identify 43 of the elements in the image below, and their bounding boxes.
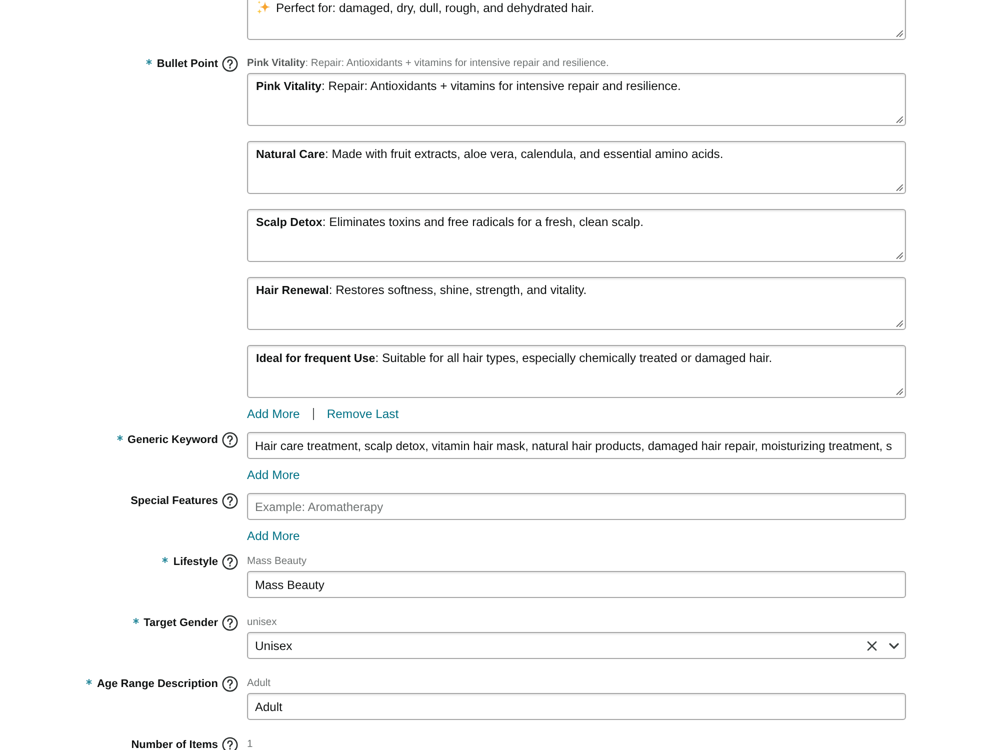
text-area[interactable]: Scalp Detox: Eliminates toxins and free radicals for a fresh, clean scalp. (247, 209, 906, 262)
field-label: Number of Items (131, 738, 218, 750)
field-hint: Mass Beauty (247, 555, 308, 569)
resize-grip-icon[interactable] (896, 184, 903, 191)
add-more-link[interactable]: Add More (247, 406, 300, 422)
text-area[interactable]: Hair Renewal: Restores softness, shine, strength, and vitality. (247, 277, 906, 330)
field-label: Lifestyle (173, 555, 218, 570)
text-area[interactable]: Pink Vitality: Repair: Antioxidants + vitamins for intensive repair and resilience. (247, 73, 906, 126)
resize-grip-icon[interactable] (896, 116, 903, 123)
text-input[interactable]: Mass Beauty (247, 571, 906, 598)
sparkle-icon (256, 0, 271, 15)
field-label: Bullet Point (156, 57, 218, 72)
text-input[interactable]: Adult (247, 693, 906, 720)
text-input[interactable]: Hair care treatment, scalp detox, vitamin hair mask, natural hair products, damaged hair repair, moisturizing treatment, s (247, 432, 906, 459)
resize-grip-icon[interactable] (896, 30, 903, 37)
field-label: Age Range Description (96, 677, 218, 692)
field-hint: unisex (247, 616, 278, 630)
remove-last-link[interactable]: Remove Last (326, 406, 399, 422)
add-more-link[interactable]: Add More (247, 528, 300, 544)
add-more-link[interactable]: Add More (247, 467, 300, 483)
text-area[interactable]: Natural Care: Made with fruit extracts, aloe vera, calendula, and essential amino acids. (247, 141, 906, 194)
dropdown-select[interactable]: Unisex (247, 632, 906, 659)
field-hint: Adult (247, 677, 272, 691)
help-icon[interactable] (222, 615, 238, 631)
field-hint: Pink Vitality: Repair: Antioxidants + vitamins for intensive repair and resilience. (247, 57, 610, 71)
resize-grip-icon[interactable] (896, 252, 903, 259)
help-icon[interactable] (222, 432, 238, 448)
text-input[interactable]: Example: Aromatherapy (247, 493, 906, 520)
field-hint: 1 (247, 738, 254, 750)
resize-grip-icon[interactable] (896, 388, 903, 395)
help-icon[interactable] (222, 676, 238, 692)
field-label: Target Gender (144, 616, 218, 631)
text-area[interactable]: Perfect for: damaged, dry, dull, rough, and dehydrated hair. (247, 0, 906, 40)
help-icon[interactable] (222, 493, 238, 509)
help-icon[interactable] (222, 56, 238, 72)
field-label: Generic Keyword (128, 433, 218, 448)
field-label: Special Features (130, 494, 218, 509)
clear-icon[interactable] (867, 640, 877, 650)
help-icon[interactable] (222, 737, 238, 750)
chevron-down-icon[interactable] (889, 642, 899, 648)
resize-grip-icon[interactable] (896, 320, 903, 327)
help-icon[interactable] (222, 554, 238, 570)
text-area[interactable]: Ideal for frequent Use: Suitable for all hair types, especially chemically treated or damaged hair. (247, 345, 906, 398)
